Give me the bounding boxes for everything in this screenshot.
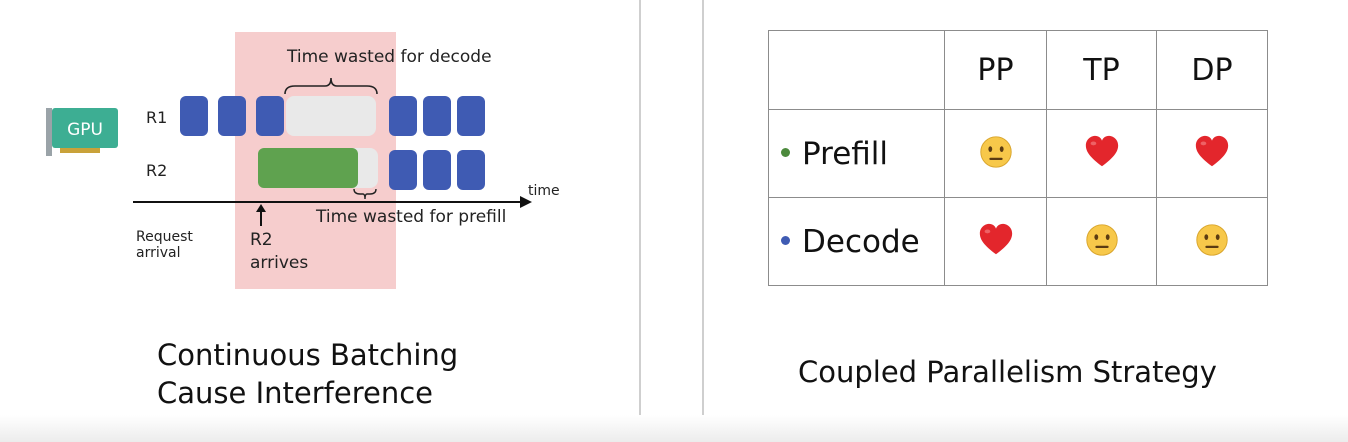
heart-icon [1085, 135, 1118, 166]
r1-decode-block [423, 96, 451, 136]
divider [639, 0, 641, 442]
request-arrival-line: Request [136, 229, 193, 245]
request-arrival-line: arrival [136, 245, 181, 261]
prefill-brace-icon [353, 188, 377, 200]
table-corner-cell [768, 30, 945, 110]
r2-prefill-block [258, 148, 358, 188]
r1-decode-block [389, 96, 417, 136]
r2-decode-block [423, 150, 451, 190]
prefill-waste-caption: Time wasted for prefill [316, 207, 507, 227]
column-header-dp: DP [1156, 30, 1268, 110]
row-header-prefill: Prefill [768, 109, 945, 198]
r2-arrives-line: R2 [250, 230, 273, 250]
time-axis-label: time [528, 183, 560, 199]
table-cell [1046, 109, 1157, 198]
heart-icon [979, 223, 1012, 254]
column-header-tp: TP [1046, 30, 1157, 110]
decode-dot-icon [781, 235, 790, 245]
column-header-pp: PP [944, 30, 1047, 110]
heart-icon [1195, 135, 1229, 166]
table-cell [1156, 197, 1268, 286]
r2-decode-block [389, 150, 417, 190]
neutral-face-icon [1085, 223, 1118, 256]
left-title-line: Cause Interference [157, 376, 433, 410]
table-row: Prefill [768, 109, 1268, 198]
right-title: Coupled Parallelism Strategy [798, 355, 1217, 389]
table-header-row: PP TP DP [768, 30, 1268, 110]
bottom-shade [0, 415, 1348, 442]
request-arrival-label: Request arrival [136, 229, 193, 261]
r2-decode-block [457, 150, 485, 190]
neutral-face-icon [979, 135, 1012, 168]
prefill-dot-icon [781, 147, 790, 157]
table-cell [944, 197, 1047, 286]
r1-decode-block [180, 96, 208, 136]
table-cell [944, 109, 1047, 198]
left-title-line: Continuous Batching [157, 338, 459, 372]
divider [702, 0, 704, 442]
left-title: Continuous Batching Cause Interference [157, 336, 458, 412]
row-label-r2: R2 [146, 161, 168, 180]
row-label-prefill: Prefill [802, 135, 889, 172]
time-axis [133, 201, 523, 203]
r2-arrives-label: R2 arrives [250, 229, 308, 275]
table-row: Decode [768, 197, 1268, 286]
parallelism-table: PP TP DP Prefill Decode [768, 30, 1268, 286]
gpu-label: GPU [67, 120, 103, 140]
table-cell [1046, 197, 1157, 286]
row-label-r1: R1 [146, 108, 168, 127]
r1-decode-block [256, 96, 284, 136]
r1-decode-block [218, 96, 246, 136]
row-label-decode: Decode [802, 223, 920, 260]
r1-decode-block [457, 96, 485, 136]
decode-waste-caption: Time wasted for decode [287, 47, 492, 67]
neutral-face-icon [1196, 223, 1228, 256]
gpu-icon: GPU [46, 108, 118, 156]
table-cell [1156, 109, 1268, 198]
r2-arrives-line: arrives [250, 253, 309, 273]
row-header-decode: Decode [768, 197, 945, 286]
r2-arrival-arrow-icon [256, 204, 266, 226]
r1-wasted-block [286, 96, 376, 136]
decode-brace-icon [284, 77, 378, 95]
